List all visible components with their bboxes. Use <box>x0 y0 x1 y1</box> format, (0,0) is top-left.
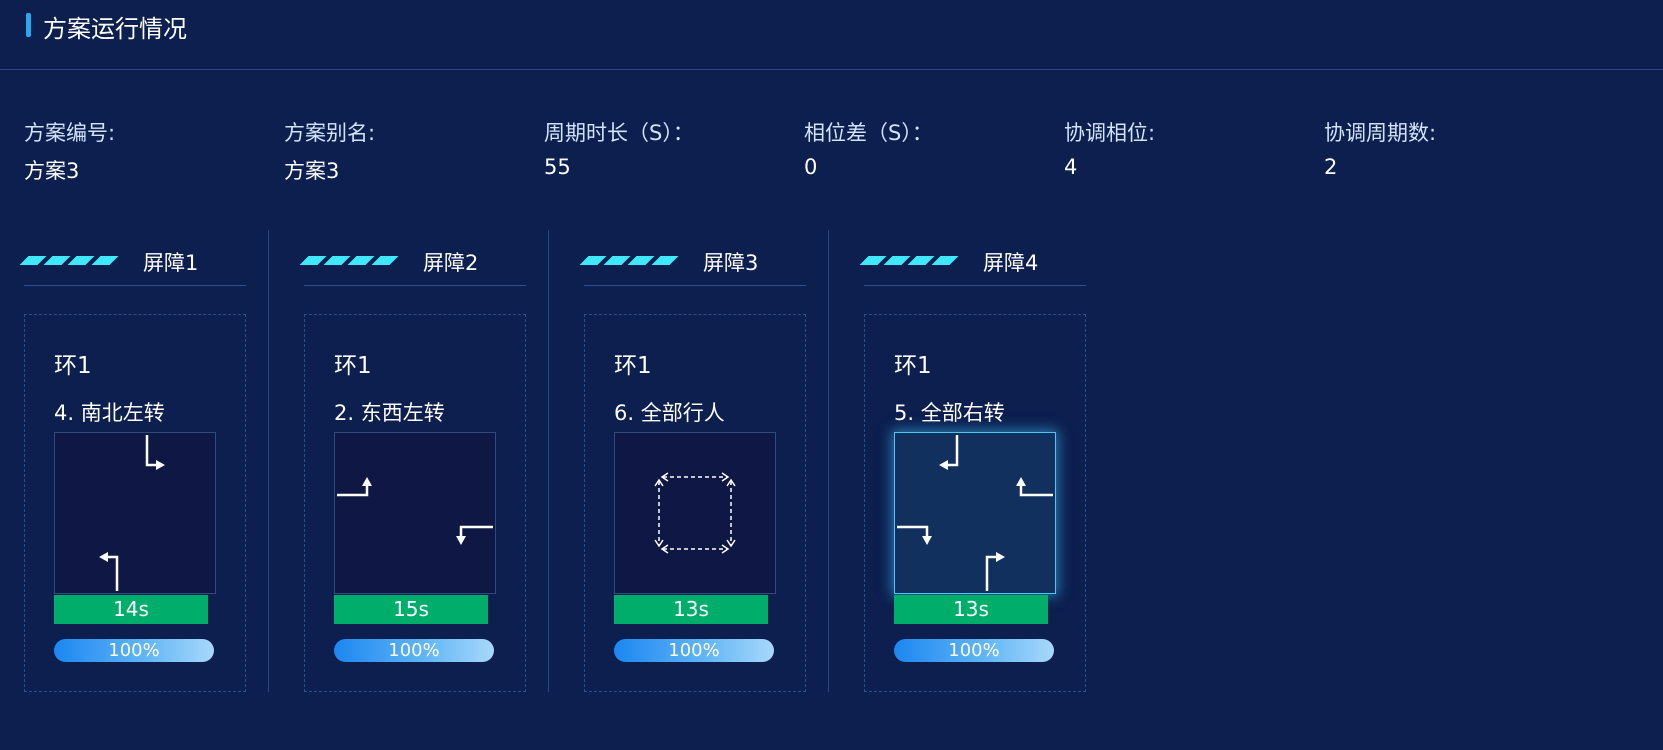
stripe-decoration-icon <box>19 256 120 265</box>
info-plan-number: 方案编号: 方案3 <box>24 117 284 185</box>
info-label: 方案别名: <box>284 121 376 145</box>
barrier-header: 屏障3 <box>579 230 806 286</box>
stripe-decoration-icon <box>859 256 960 265</box>
stripe-decoration-icon <box>299 256 400 265</box>
phase-time: 15s <box>334 595 488 624</box>
barrier-title: 屏障2 <box>423 251 479 275</box>
phase-diagram[interactable] <box>54 432 216 594</box>
barrier-column-1: 屏障1 环1 4. 南北左转 14s 100% <box>19 230 246 692</box>
barrier-column-2: 屏障2 环1 2. 东西左转 15s 100% <box>299 230 526 692</box>
phase-card[interactable]: 环1 4. 南北左转 14s 100% <box>24 314 246 692</box>
info-value: 2 <box>1324 155 1338 179</box>
north-south-left-turn-icon <box>99 435 165 591</box>
column-divider <box>828 230 829 692</box>
phase-card[interactable]: 环1 2. 东西左转 15s 100% <box>304 314 526 692</box>
phase-time: 13s <box>894 595 1048 624</box>
barrier-column-3: 屏障3 环1 6. 全部行人 13s 100% <box>579 230 806 692</box>
info-plan-alias: 方案别名: 方案3 <box>284 117 544 185</box>
phase-label: 4. 南北左转 <box>54 401 165 425</box>
barrier-header: 屏障4 <box>859 230 1086 286</box>
info-label: 相位差（S）： <box>804 121 933 145</box>
column-divider <box>548 230 549 692</box>
barrier-title: 屏障3 <box>703 251 759 275</box>
phase-card[interactable]: 环1 5. 全部右转 13s 100% <box>864 314 1086 692</box>
phase-label: 5. 全部右转 <box>894 401 1005 425</box>
barrier-title: 屏障1 <box>143 251 199 275</box>
east-west-left-turn-icon <box>337 477 493 545</box>
phase-diagram-active[interactable] <box>894 432 1056 594</box>
column-divider <box>268 230 269 692</box>
info-coord-cycles: 协调周期数: 2 <box>1324 117 1584 179</box>
phase-diagram[interactable] <box>614 432 776 594</box>
phase-time: 13s <box>614 595 768 624</box>
section-header: 方案运行情况 <box>0 0 1663 70</box>
progress-bar: 100% <box>54 639 214 662</box>
barrier-header: 屏障1 <box>19 230 246 286</box>
info-value: 方案3 <box>284 159 340 183</box>
stripe-decoration-icon <box>579 256 680 265</box>
info-label: 周期时长（S）： <box>544 121 694 145</box>
info-coord-phase: 协调相位: 4 <box>1064 117 1324 179</box>
phase-card[interactable]: 环1 6. 全部行人 13s 100% <box>584 314 806 692</box>
phase-label: 6. 全部行人 <box>614 401 725 425</box>
phase-label: 2. 东西左转 <box>334 401 445 425</box>
info-value: 方案3 <box>24 159 80 183</box>
page-title: 方案运行情况 <box>43 15 187 43</box>
info-label: 协调周期数: <box>1324 121 1437 145</box>
info-offset: 相位差（S）： 0 <box>804 117 1064 179</box>
ring-label: 环1 <box>614 353 652 379</box>
ring-label: 环1 <box>894 353 932 379</box>
info-cycle-length: 周期时长（S）： 55 <box>544 117 804 179</box>
info-label: 协调相位: <box>1064 121 1156 145</box>
info-value: 55 <box>544 155 571 179</box>
info-value: 4 <box>1064 155 1078 179</box>
barrier-header: 屏障2 <box>299 230 526 286</box>
progress-bar: 100% <box>614 639 774 662</box>
info-label: 方案编号: <box>24 121 116 145</box>
pedestrian-crossing-icon <box>654 472 736 554</box>
barrier-title: 屏障4 <box>983 251 1039 275</box>
progress-bar: 100% <box>894 639 1054 662</box>
title-accent-bar <box>26 13 31 37</box>
ring-label: 环1 <box>334 353 372 379</box>
barrier-column-4: 屏障4 环1 5. 全部右转 13s 100% <box>859 230 1086 692</box>
progress-bar: 100% <box>334 639 494 662</box>
ring-label: 环1 <box>54 353 92 379</box>
phase-diagram[interactable] <box>334 432 496 594</box>
phase-time: 14s <box>54 595 208 624</box>
all-right-turn-icon <box>897 435 1053 591</box>
info-value: 0 <box>804 155 818 179</box>
